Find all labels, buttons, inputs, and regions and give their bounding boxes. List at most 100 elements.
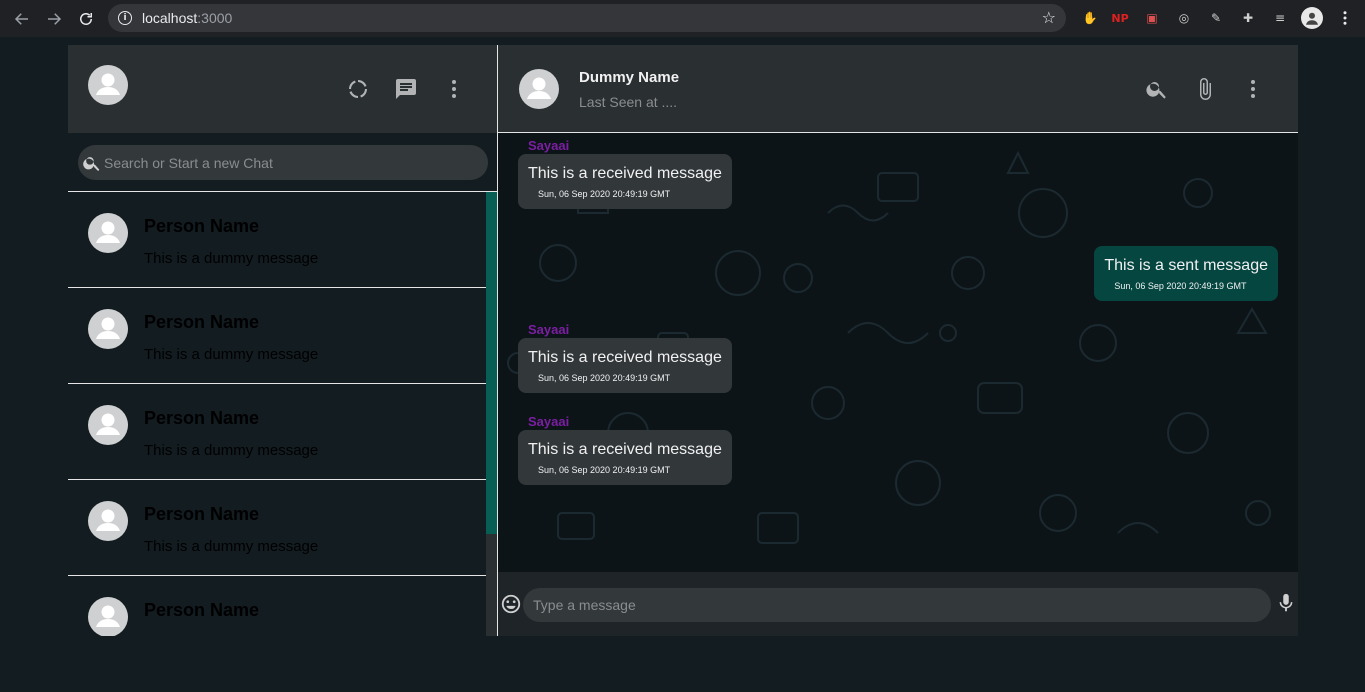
chat-last-message: This is a dummy message [144, 346, 319, 363]
bookmark-star-icon[interactable]: ☆ [1042, 9, 1056, 27]
arrow-left-icon [14, 12, 28, 25]
user-avatar[interactable] [88, 65, 128, 105]
sent-message: This is a sent message Sun, 06 Sep 2020 2… [1094, 246, 1278, 301]
url-host: localhost [142, 10, 198, 26]
emoji-button[interactable] [500, 593, 522, 615]
chat-panel: Dummy Name Last Seen at .... Sayaai This… [498, 45, 1298, 636]
message-sender: Sayaai [528, 322, 570, 337]
message-timestamp: Sun, 06 Sep 2020 20:49:19 GMT [538, 373, 671, 383]
browser-menu-button[interactable] [1335, 8, 1355, 28]
emoji-icon [501, 594, 521, 614]
message-text: This is a sent message [1104, 257, 1268, 274]
more-vertical-icon [1343, 11, 1347, 25]
chat-list-item[interactable]: Person Name This is a dummy message [68, 384, 486, 480]
site-info-icon[interactable]: i [118, 11, 132, 25]
new-chat-button[interactable] [394, 77, 418, 101]
address-bar[interactable]: i localhost:3000 ☆ [108, 4, 1066, 32]
message-timestamp: Sun, 06 Sep 2020 20:49:19 GMT [538, 189, 671, 199]
person-icon [96, 605, 120, 627]
chat-avatar [88, 405, 128, 445]
more-vertical-icon [452, 80, 456, 98]
chat-header: Dummy Name Last Seen at .... [498, 45, 1298, 133]
extensions-icon[interactable]: ✚ [1238, 8, 1258, 28]
paperclip-icon [1200, 78, 1211, 100]
puzzle-red-extension-icon[interactable]: ▣ [1142, 8, 1162, 28]
person-icon [527, 77, 551, 99]
message-area: Sayaai This is a received message Sun, 06 … [498, 133, 1298, 572]
chat-menu-button[interactable] [1241, 77, 1265, 101]
chat-name: Person Name [144, 312, 260, 332]
last-seen: Last Seen at .... [579, 94, 678, 110]
chat-name: Person Name [144, 504, 260, 524]
status-icon [349, 79, 367, 99]
voice-message-button[interactable] [1275, 591, 1297, 615]
back-button[interactable] [6, 3, 38, 35]
chat-last-message: This is a dummy message [144, 250, 319, 267]
message-bubble[interactable]: This is a received message Sun, 06 Sep 20… [518, 154, 732, 209]
person-icon [96, 509, 120, 531]
chat-avatar [88, 309, 128, 349]
forward-button[interactable] [38, 3, 70, 35]
np-extension-icon[interactable]: NP [1110, 8, 1130, 28]
chat-name: Person Name [144, 600, 260, 620]
received-message: Sayaai This is a received message Sun, 06 … [518, 322, 732, 393]
chat-last-message: This is a dummy message [144, 634, 318, 636]
message-bubble[interactable]: This is a received message Sun, 06 Sep 20… [518, 338, 732, 393]
search-chat-button[interactable] [1145, 77, 1169, 101]
chat-list-item[interactable]: Person Name This is a dummy message [68, 192, 486, 288]
chat-avatar [88, 597, 128, 636]
chat-list-item[interactable]: Person Name This is a dummy message [68, 288, 486, 384]
message-sender: Sayaai [528, 138, 570, 153]
more-vertical-icon [1251, 80, 1255, 98]
reload-button[interactable] [70, 3, 102, 35]
chat-list: Person Name This is a dummy message Person… [68, 192, 486, 636]
scrollbar-thumb[interactable] [486, 192, 497, 534]
message-sender: Sayaai [528, 414, 570, 429]
contact-avatar[interactable] [519, 69, 559, 109]
adblock-icon[interactable]: ✋ [1080, 8, 1100, 28]
person-icon [96, 221, 120, 243]
person-icon [96, 73, 120, 95]
microphone-icon [1279, 593, 1293, 612]
message-text: This is a received message [528, 349, 722, 366]
search-section [68, 133, 497, 192]
chat-icon [396, 79, 416, 99]
message-bubble[interactable]: This is a received message Sun, 06 Sep 20… [518, 430, 732, 485]
compose-bar [498, 572, 1298, 636]
profile-avatar[interactable] [1301, 7, 1323, 29]
sidebar-menu-button[interactable] [442, 77, 466, 101]
search-icon [1146, 82, 1166, 99]
reload-icon [80, 12, 92, 25]
chat-list-item[interactable]: Person Name This is a dummy message [68, 480, 486, 576]
scrollbar[interactable] [486, 192, 497, 636]
message-text: This is a received message [528, 165, 722, 182]
contact-name[interactable]: Dummy Name [579, 69, 679, 86]
media-control-icon[interactable]: ≡ [1270, 8, 1290, 28]
person-icon [96, 317, 120, 339]
attach-button[interactable] [1193, 77, 1217, 101]
message-text: This is a received message [528, 441, 722, 458]
received-message: Sayaai This is a received message Sun, 06 … [518, 138, 732, 209]
search-input[interactable] [104, 154, 464, 171]
url-port: :3000 [197, 10, 233, 26]
chat-list-item[interactable]: Person Name This is a dummy message [68, 576, 486, 636]
pen-extension-icon[interactable]: ✎ [1206, 8, 1226, 28]
chat-avatar [88, 501, 128, 541]
browser-toolbar: i localhost:3000 ☆ ✋ NP ▣ ◎ ✎ ✚ ≡ [0, 0, 1365, 37]
whatsapp-app: Person Name This is a dummy message Person… [68, 45, 1298, 636]
status-button[interactable] [346, 77, 370, 101]
search-icon [82, 153, 102, 173]
chat-avatar [88, 213, 128, 253]
message-input[interactable] [523, 588, 1271, 622]
sidebar-header [68, 45, 497, 133]
chat-last-message: This is a dummy message [144, 442, 319, 459]
message-bubble[interactable]: This is a sent message Sun, 06 Sep 2020 2… [1094, 246, 1278, 301]
chat-name: Person Name [144, 216, 260, 236]
chat-name: Person Name [144, 408, 260, 428]
profile-icon [1306, 12, 1318, 25]
arrow-right-icon [48, 12, 62, 25]
search-box [78, 145, 488, 180]
received-message: Sayaai This is a received message Sun, 06 … [518, 414, 732, 485]
person-icon [96, 413, 120, 435]
target-extension-icon[interactable]: ◎ [1174, 8, 1194, 28]
